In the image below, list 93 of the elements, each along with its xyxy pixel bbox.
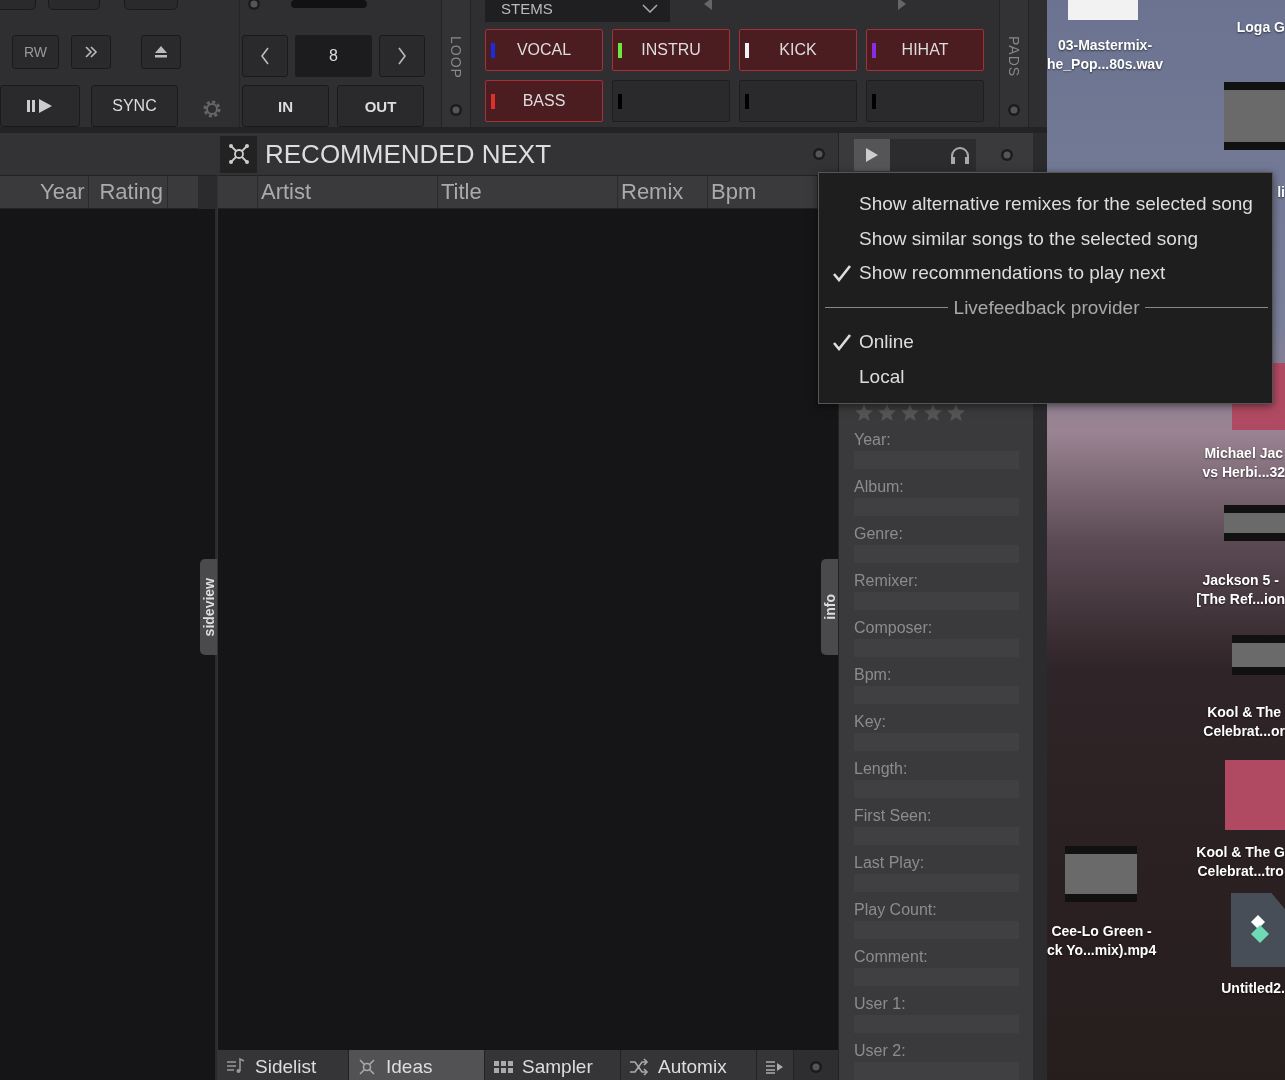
menu-item[interactable]: Show recommendations to play next [825, 256, 1268, 291]
tab[interactable]: Sidelist [218, 1050, 349, 1080]
file-name: Michael Jac vs Herbi...32 [1202, 444, 1285, 482]
previous-button[interactable] [242, 35, 288, 77]
menu-item[interactable]: Local [825, 359, 1268, 394]
stems-dropdown[interactable]: STEMS [485, 0, 670, 22]
sideview-tab[interactable]: sideview [200, 559, 217, 655]
field-label: Composer: [854, 619, 934, 638]
photo-placeholder[interactable] [1224, 82, 1285, 150]
next-button[interactable] [379, 35, 425, 77]
field-label: Key: [854, 713, 887, 732]
file-name: Kool & The G Celebrat...tro [1196, 843, 1285, 881]
file-name: li [1277, 183, 1285, 202]
sync-button[interactable]: SYNC [91, 85, 178, 127]
field-label: Bpm: [854, 666, 893, 685]
stem-pad[interactable] [612, 80, 730, 122]
network-icon [227, 143, 250, 165]
menu-item[interactable]: Online [825, 325, 1268, 360]
headphones-button[interactable] [890, 138, 976, 171]
field-label: Play Count: [854, 901, 938, 920]
rewind-button[interactable]: RW [12, 35, 59, 69]
chevron-right-icon [397, 47, 407, 65]
headphones-icon [950, 145, 970, 164]
slider-handle[interactable] [291, 0, 367, 8]
document-icon[interactable] [1231, 893, 1285, 967]
stem-pad[interactable]: VOCAL [485, 29, 603, 71]
play-pause-icon [26, 99, 54, 113]
menu-item[interactable]: Show similar songs to the selected song [825, 221, 1268, 256]
loop-button[interactable]: IN [242, 85, 329, 127]
file-name: 03-Mastermix- he_Pop...80s.wav [1047, 36, 1163, 74]
list-arrow-icon [765, 1059, 785, 1074]
tab[interactable]: Sampler [485, 1050, 621, 1080]
photo-placeholder[interactable] [1224, 505, 1285, 541]
field-label: Length: [854, 760, 909, 779]
loop-button[interactable]: OUT [337, 85, 424, 127]
stem-pad[interactable]: BASS [485, 80, 603, 122]
play-icon [866, 147, 878, 162]
knob-icon [1007, 103, 1021, 117]
panel-title: RECOMMENDED NEXT [265, 138, 552, 170]
field-label: Year: [854, 431, 892, 450]
field-label: First Seen: [854, 807, 933, 826]
settings-icon [202, 99, 222, 119]
album-cover-placeholder[interactable] [1225, 760, 1285, 830]
file-name: Untitled2. [1221, 979, 1285, 998]
stem-pad[interactable] [866, 80, 984, 122]
menu-item[interactable]: Show alternative remixes for the selected song [825, 187, 1268, 222]
chevron-down-icon [642, 3, 658, 13]
photo-placeholder[interactable] [1232, 635, 1285, 675]
double-chevron-icon [84, 46, 98, 58]
knob-icon [1000, 147, 1014, 162]
column-header[interactable]: Title [438, 175, 618, 209]
info-tab[interactable]: info [821, 559, 838, 655]
skip-button[interactable] [71, 35, 111, 69]
photo-placeholder[interactable] [1065, 846, 1137, 902]
triangle-right-icon [897, 0, 906, 10]
field-label: Comment: [854, 948, 929, 967]
column-header[interactable]: Year [40, 175, 90, 209]
tab[interactable]: Ideas [349, 1050, 485, 1080]
field-label: User 2: [854, 1042, 907, 1061]
field-label: User 1: [854, 995, 907, 1014]
eject-button[interactable] [141, 35, 181, 69]
network-icon [357, 1057, 378, 1077]
pads-label: PADS [1006, 36, 1022, 78]
chevron-left-icon [260, 47, 270, 65]
loop-label: LOOP [448, 36, 464, 79]
knob-icon [809, 1060, 823, 1074]
file-name: Cee-Lo Green - ck Yo...mix).mp4 [1047, 922, 1157, 960]
stem-pad[interactable]: KICK [739, 29, 857, 71]
knob-icon [449, 103, 463, 117]
stem-pad[interactable] [739, 80, 857, 122]
stem-pad[interactable]: HIHAT [866, 29, 984, 71]
queue-button[interactable] [757, 1050, 794, 1080]
file-name: Kool & The Celebrat...or [1203, 703, 1285, 741]
field-label: Remixer: [854, 572, 919, 591]
shuffle-icon [629, 1057, 650, 1077]
column-header[interactable]: Artist [258, 175, 438, 209]
eject-icon [154, 45, 168, 59]
play-button[interactable] [854, 138, 890, 171]
field-label: Last Play: [854, 854, 926, 873]
tab[interactable]: Automix [621, 1050, 757, 1080]
file-name: Loga G [1236, 18, 1285, 37]
file-thumbnail[interactable] [1068, 0, 1138, 20]
stem-pad[interactable]: INSTRU [612, 29, 730, 71]
field-label: Album: [854, 478, 905, 497]
column-header[interactable]: Rating [99, 175, 169, 209]
field-label: Genre: [854, 525, 904, 544]
knob-icon [812, 147, 826, 161]
triangle-left-icon [704, 0, 713, 10]
loop-size-display: 8 [295, 35, 372, 77]
play-pause-button[interactable] [0, 85, 80, 127]
column-header[interactable]: Remix [618, 175, 708, 209]
section-label: Livefeedback provider [953, 296, 1140, 319]
file-name: Jackson 5 - [The Ref...ion [1196, 571, 1285, 609]
